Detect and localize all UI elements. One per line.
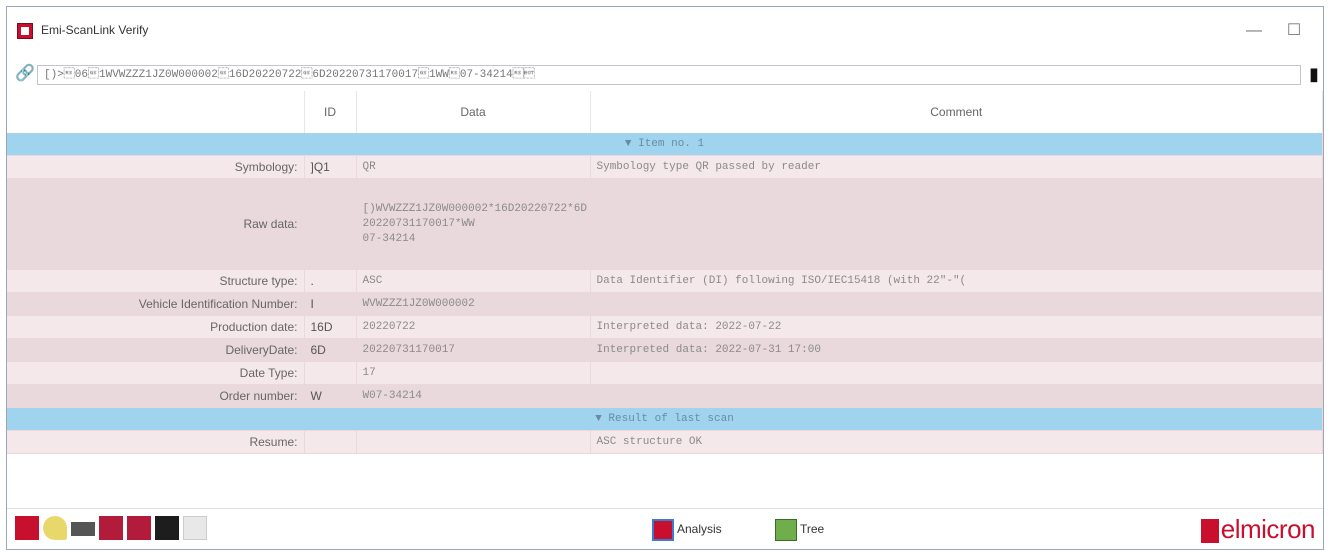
tab-analysis-label: Analysis bbox=[677, 522, 722, 536]
row-comment bbox=[590, 178, 1323, 270]
clear-icon[interactable] bbox=[15, 516, 39, 540]
results-table: ID Data Comment ▼ Item no. 1 Symbology: … bbox=[7, 91, 1323, 511]
row-label: Resume: bbox=[7, 430, 305, 454]
row-label: Vehicle Identification Number: bbox=[7, 292, 305, 316]
table-row[interactable]: Raw data: [)WVWZZZ1JZ0W000002*16D2022072… bbox=[7, 178, 1323, 270]
row-comment: Interpreted data: 2022-07-31 17:00 bbox=[590, 338, 1323, 362]
report-icon[interactable] bbox=[127, 516, 151, 540]
printer-icon[interactable] bbox=[71, 522, 95, 536]
row-id: 6D bbox=[304, 338, 357, 362]
tab-analysis[interactable]: Analysis bbox=[652, 517, 722, 541]
scanner-icon[interactable] bbox=[155, 516, 179, 540]
table-row[interactable]: Structure type: . ASC Data Identifier (D… bbox=[7, 269, 1323, 293]
elmicron-logo: elmicron bbox=[1200, 514, 1316, 544]
link-icon[interactable]: 🔗 bbox=[15, 65, 35, 83]
header-comment: Comment bbox=[590, 91, 1323, 133]
tree-icon bbox=[775, 518, 797, 541]
analysis-icon bbox=[652, 518, 674, 541]
section-header-item-1[interactable]: ▼ Item no. 1 bbox=[7, 133, 1323, 156]
row-label: Order number: bbox=[7, 384, 305, 408]
table-row[interactable]: Resume: ASC structure OK bbox=[7, 430, 1323, 454]
row-data: WVWZZZ1JZ0W000002 bbox=[356, 292, 591, 316]
row-data: 20220722 bbox=[356, 315, 591, 339]
notes-icon[interactable] bbox=[183, 516, 207, 540]
input-toolbar: 🔗 [)> 06 1WVWZZZ1JZ0W000002 16D20220722 … bbox=[7, 57, 1323, 91]
section-header-result[interactable]: ▼ Result of last scan bbox=[7, 407, 1323, 431]
maximize-button[interactable]: ☐ bbox=[1279, 19, 1309, 43]
table-row[interactable]: Order number: W W07-34214 bbox=[7, 384, 1323, 408]
row-id: W bbox=[304, 384, 357, 408]
row-comment bbox=[590, 384, 1323, 408]
row-comment: Interpreted data: 2022-07-22 bbox=[590, 315, 1323, 339]
row-data: 20220731170017 bbox=[356, 338, 591, 362]
row-id bbox=[304, 178, 357, 270]
tab-tree[interactable]: Tree bbox=[775, 517, 824, 541]
export-icon[interactable] bbox=[99, 516, 123, 540]
header-label bbox=[7, 91, 305, 133]
row-comment bbox=[590, 361, 1323, 385]
row-data: [)WVWZZZ1JZ0W000002*16D20220722*6D 20220… bbox=[356, 178, 591, 270]
row-id: I bbox=[304, 292, 357, 316]
row-id: ]Q1 bbox=[304, 155, 357, 179]
section-title: ▼ Result of last scan bbox=[7, 407, 1323, 431]
header-id: ID bbox=[304, 91, 357, 133]
app-window: Emi-ScanLink Verify — ☐ 🔗 [)> 06 1WVWZZZ… bbox=[6, 6, 1324, 550]
row-comment bbox=[590, 292, 1323, 316]
raw-data-input[interactable]: [)> 06 1WVWZZZ1JZ0W000002 16D20220722 6D… bbox=[37, 65, 1301, 85]
row-id bbox=[304, 430, 357, 454]
pencil-icon[interactable] bbox=[43, 516, 67, 540]
table-row[interactable]: Production date: 16D 20220722 Interprete… bbox=[7, 315, 1323, 339]
row-id bbox=[304, 361, 357, 385]
row-data: 17 bbox=[356, 361, 591, 385]
row-data: W07-34214 bbox=[356, 384, 591, 408]
logo-text: elmicron bbox=[1220, 514, 1316, 544]
row-data: QR bbox=[356, 155, 591, 179]
row-id: 16D bbox=[304, 315, 357, 339]
app-logo-icon bbox=[17, 23, 33, 39]
row-comment: Data Identifier (DI) following ISO/IEC15… bbox=[590, 269, 1323, 293]
header-data: Data bbox=[356, 91, 591, 133]
row-label: Production date: bbox=[7, 315, 305, 339]
window-title: Emi-ScanLink Verify bbox=[41, 23, 149, 37]
minimize-button[interactable]: — bbox=[1239, 19, 1269, 43]
title-bar: Emi-ScanLink Verify — ☐ bbox=[7, 7, 1323, 57]
row-comment: ASC structure OK bbox=[590, 430, 1323, 454]
table-row[interactable]: Vehicle Identification Number: I WVWZZZ1… bbox=[7, 292, 1323, 316]
logo-mark-icon bbox=[1200, 519, 1219, 544]
row-id: . bbox=[304, 269, 357, 293]
row-label: DeliveryDate: bbox=[7, 338, 305, 362]
tab-tree-label: Tree bbox=[800, 522, 825, 536]
table-row[interactable]: DeliveryDate: 6D 20220731170017 Interpre… bbox=[7, 338, 1323, 362]
status-bar: Analysis Tree elmicron bbox=[7, 508, 1323, 549]
row-label: Raw data: bbox=[7, 178, 305, 270]
table-row[interactable]: Date Type: 17 bbox=[7, 361, 1323, 385]
row-data bbox=[356, 430, 591, 454]
table-header-row: ID Data Comment bbox=[7, 91, 1323, 133]
section-title: ▼ Item no. 1 bbox=[7, 133, 1323, 156]
row-data: ASC bbox=[356, 269, 591, 293]
row-label: Symbology: bbox=[7, 155, 305, 179]
row-label: Structure type: bbox=[7, 269, 305, 293]
row-comment: Symbology type QR passed by reader bbox=[590, 155, 1323, 179]
table-row[interactable]: Symbology: ]Q1 QR Symbology type QR pass… bbox=[7, 155, 1323, 179]
row-label: Date Type: bbox=[7, 361, 305, 385]
pin-icon[interactable]: ▮ bbox=[1309, 63, 1319, 87]
